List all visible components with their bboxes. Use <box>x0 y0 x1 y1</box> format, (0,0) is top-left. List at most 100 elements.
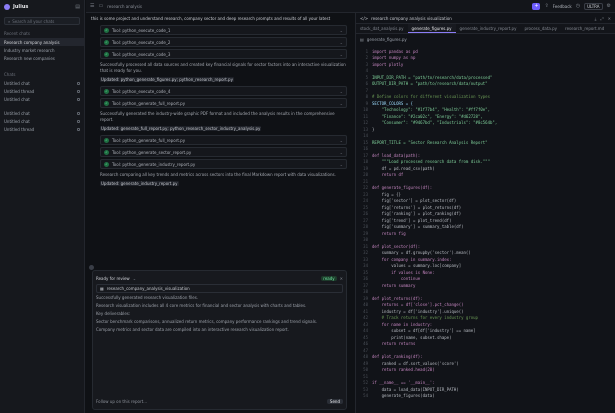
code-view[interactable]: 1 import pandas as pd 2 import numpy as np 3… <box>356 46 615 413</box>
code-text: continue <box>372 276 421 282</box>
search-placeholder: Search all your chats <box>12 18 55 24</box>
line-number: 20 <box>363 172 368 178</box>
code-text: if __name__ == '__main__': <box>372 380 435 386</box>
feedback-button[interactable]: Feedback <box>553 4 572 9</box>
updated-files: Updated: generate_full_report.py; python… <box>100 126 347 132</box>
chevron-down-icon[interactable]: ⌄ <box>133 276 136 281</box>
file-path-bar: ▤ generate_figures.py <box>356 34 615 44</box>
message-text: Successfully generated the industry-wide… <box>100 111 335 122</box>
new-chat-button[interactable]: + <box>532 2 541 10</box>
code-text: return returns <box>372 341 416 347</box>
code-text: def generate_figures(df): <box>372 185 433 191</box>
line-number: 12 <box>363 120 368 126</box>
chat-options-icon[interactable] <box>77 119 80 123</box>
code-text: return ranked.head(20) <box>372 367 435 373</box>
chevron-down-icon: ⌄ <box>339 27 343 33</box>
close-icon[interactable]: ✕ <box>340 276 343 281</box>
tab-file[interactable]: stock_dat_analysis.py <box>356 24 408 33</box>
tool-call[interactable]: ✓ Tool: python_generate_sector_report.py ⌄ <box>100 147 347 157</box>
chat-options-icon[interactable] <box>77 127 80 131</box>
tool-call-label: Tool: python_generate_full_report.py <box>112 137 186 143</box>
chat-options-icon[interactable] <box>77 97 80 101</box>
code-text: data = load_data(INPUT_DIR_PATH) <box>372 386 459 392</box>
chevron-down-icon: ⌄ <box>339 51 343 57</box>
line-number: 3 <box>365 61 368 67</box>
sidebar-item-chat[interactable]: Untitled chat <box>0 95 84 103</box>
line-number: 43 <box>363 321 368 327</box>
sidebar-item-chat[interactable]: Untitled chat <box>0 109 84 117</box>
expand-icon[interactable]: ⤢ <box>600 16 603 21</box>
message-text: Successfully processed all data sources … <box>100 62 346 73</box>
tab-file[interactable]: research_report.md <box>561 24 608 33</box>
code-text: def plot_ranking(df): <box>372 354 423 360</box>
settings-icon[interactable]: ⚙ <box>607 3 611 9</box>
code-text: returns = df['close'].pct_change() <box>372 302 464 308</box>
share-icon[interactable]: ⇪ <box>544 3 548 9</box>
status-badge: ready <box>321 275 337 281</box>
line-number: 7 <box>365 87 368 93</box>
line-number: 44 <box>363 328 368 334</box>
line-number: 18 <box>363 159 368 165</box>
sidebar-item-chat[interactable]: Untitled chat <box>0 117 84 125</box>
chat-bubble-icon: ▭ <box>98 3 104 9</box>
sidebar-toggle-icon[interactable]: ☰ <box>90 3 94 9</box>
search-input[interactable]: ⌕ Search all your chats <box>4 17 80 25</box>
code-text: for company in summary.index: <box>372 256 452 262</box>
tab-file[interactable]: generate_figures.py <box>407 24 456 33</box>
tool-call[interactable]: ✓ Tool: python_execute_code_2 ⌄ <box>100 37 347 47</box>
artifact-link[interactable]: ▦ research_company_analysis_visualizatio… <box>96 284 343 293</box>
line-number: 32 <box>363 250 368 256</box>
line-number: 23 <box>363 191 368 197</box>
ready-header: Ready for review ⌄ ready ✕ <box>96 274 343 282</box>
chat-options-icon[interactable] <box>77 111 80 115</box>
code-text: if values is None: <box>372 269 435 275</box>
history-icon[interactable]: ◷ <box>576 3 580 9</box>
follow-up-input[interactable]: Follow up on this report... <box>96 399 147 404</box>
code-text: fig['trend'] = plot_trend(df) <box>372 217 452 223</box>
tab-file[interactable]: generate_industry_report.py <box>456 24 521 33</box>
code-text: import plotly <box>372 61 404 67</box>
code-line: 54 generate_figures(data) <box>356 393 615 400</box>
chat-options-icon[interactable] <box>77 89 80 93</box>
tool-call[interactable]: ✓ Tool: python_execute_code_1 ⌄ <box>100 25 347 35</box>
message-text: Research comparing all key trends and me… <box>100 172 336 177</box>
check-icon: ✓ <box>104 39 109 45</box>
tool-call-label: Tool: python_execute_code_4 <box>112 88 171 94</box>
code-text: import numpy as np <box>372 55 416 61</box>
updated-files-text: Updated: python_generate_figures.py; pyt… <box>100 77 234 82</box>
chevron-down-icon: ⌄ <box>339 149 343 155</box>
code-text: df = pd.read_csv(path) <box>372 165 435 171</box>
editor-title: research company analysis visualization <box>371 15 452 21</box>
line-number: 52 <box>363 380 368 386</box>
tool-call[interactable]: ✓ Tool: python_generate_full_report.py ⌄ <box>100 98 347 108</box>
file-icon: ▦ <box>100 286 104 291</box>
tool-call[interactable]: ✓ Tool: python_generate_industry_report.p… <box>100 159 347 169</box>
line-number: 16 <box>363 146 368 152</box>
tab-file[interactable]: process_data.py <box>520 24 561 33</box>
tool-call[interactable]: ✓ Tool: python_generate_full_report.py ⌄ <box>100 135 347 145</box>
close-icon[interactable]: ✕ <box>608 16 611 21</box>
code-text: fig['sector'] = plot_sector(df) <box>372 198 457 204</box>
code-text: return fig <box>372 230 406 236</box>
tool-call[interactable]: ✓ Tool: python_execute_code_3 ⌄ <box>100 49 347 59</box>
line-number: 21 <box>363 178 368 184</box>
send-button[interactable]: Send <box>326 399 343 404</box>
line-number: 15 <box>363 139 368 145</box>
line-number: 5 <box>365 74 368 80</box>
sidebar-item-chat[interactable]: Untitled thread <box>0 87 84 95</box>
ready-line: Research visualization includes all 4 co… <box>96 303 307 308</box>
editor-panel: </> research company analysis visualizat… <box>355 13 615 413</box>
tool-call[interactable]: ✓ Tool: python_execute_code_4 ⌄ <box>100 86 347 96</box>
check-icon: ✓ <box>104 161 109 167</box>
sidebar-item-chat[interactable]: Untitled chat <box>0 79 84 87</box>
sidebar-item-chat[interactable]: Untitled thread <box>0 125 84 133</box>
collapse-sidebar-icon[interactable]: ▤ <box>75 4 80 10</box>
sidebar-item-recent[interactable]: Industry market research <box>0 46 84 54</box>
sidebar-item-recent[interactable]: Research new companies <box>0 54 84 62</box>
sidebar-item-recent[interactable]: Research company analysis <box>0 38 84 46</box>
code-text: summary = df.groupby('sector').mean() <box>372 250 471 256</box>
chat-options-icon[interactable] <box>77 81 80 85</box>
line-number: 33 <box>363 256 368 262</box>
download-icon[interactable]: ⤓ <box>595 16 597 21</box>
code-text: import pandas as pd <box>372 48 418 54</box>
